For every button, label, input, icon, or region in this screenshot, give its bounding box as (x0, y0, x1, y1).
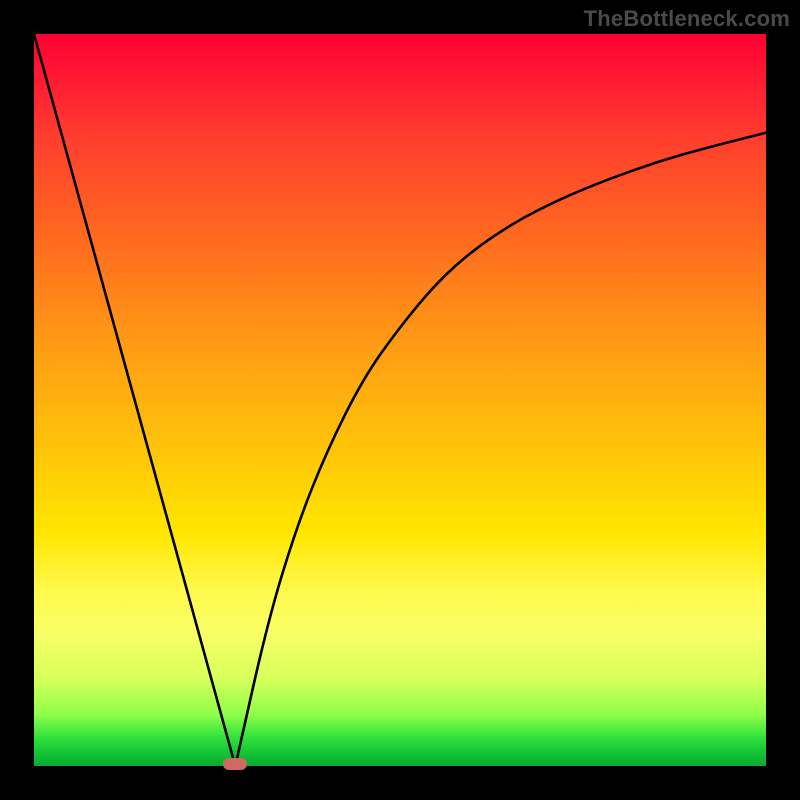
watermark-text: TheBottleneck.com (584, 6, 790, 32)
curve-layer (34, 34, 766, 766)
chart-root: TheBottleneck.com (0, 0, 800, 800)
curve-path (34, 34, 766, 766)
min-marker (223, 758, 247, 770)
plot-area (34, 34, 766, 766)
